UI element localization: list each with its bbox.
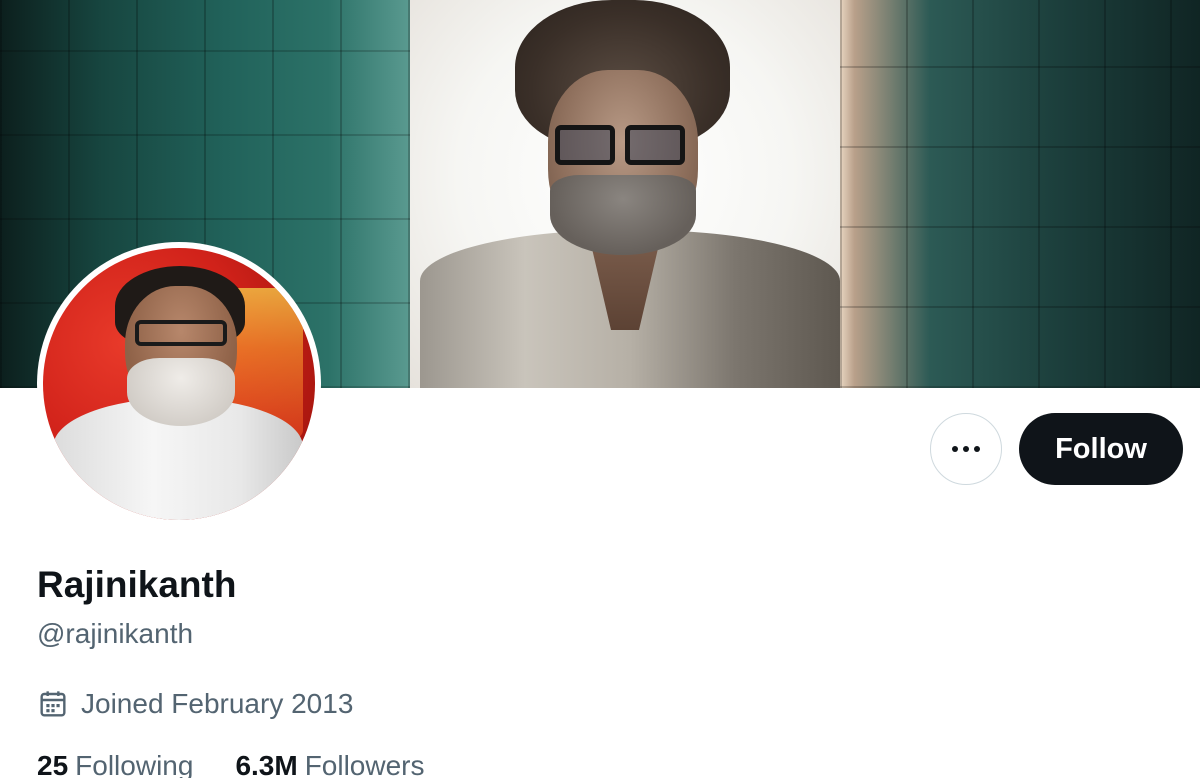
followers-label: Followers [304, 750, 425, 778]
calendar-icon [40, 691, 66, 717]
profile-avatar[interactable] [37, 242, 321, 526]
followers-count: 6.3M [235, 750, 298, 778]
followers-link[interactable]: 6.3M Followers [235, 750, 424, 778]
display-name: Rajinikanth [37, 564, 237, 605]
joined-date: Joined February 2013 [81, 688, 354, 719]
more-horizontal-icon [952, 446, 980, 452]
banner-portrait [410, 0, 840, 388]
follow-stats: 25 Following 6.3M Followers [37, 750, 425, 778]
following-count: 25 [37, 750, 69, 778]
profile-page: Follow Rajinikanth @rajinikanth Joined F… [0, 0, 1200, 778]
following-label: Following [75, 750, 194, 778]
more-options-button[interactable] [930, 413, 1002, 485]
following-link[interactable]: 25 Following [37, 750, 193, 778]
joined-date-row: Joined February 2013 [37, 688, 353, 720]
banner-wall-right [840, 0, 1200, 388]
follow-button[interactable]: Follow [1019, 413, 1183, 485]
user-handle: @rajinikanth [37, 618, 194, 649]
